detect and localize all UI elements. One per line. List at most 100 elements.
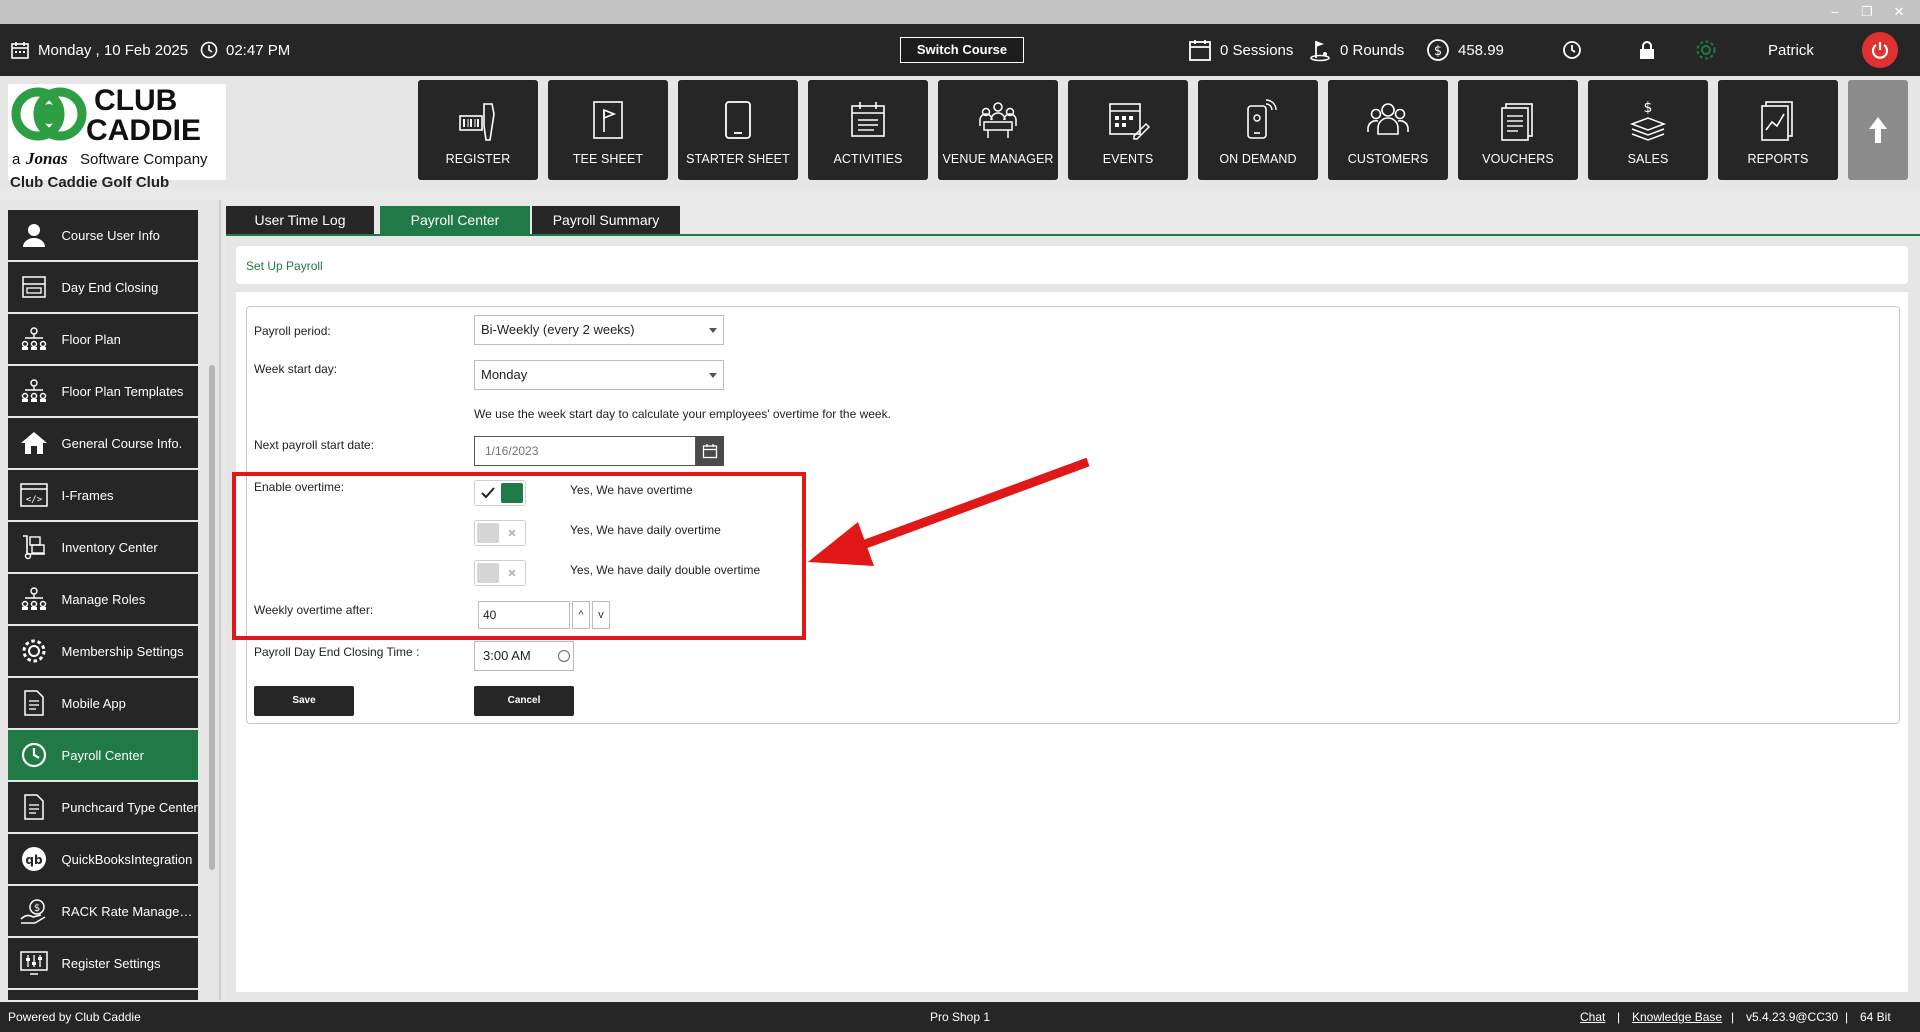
svg-text:$: $ xyxy=(1644,100,1653,116)
knowledge-base-link[interactable]: Knowledge Base xyxy=(1632,1010,1722,1024)
home-icon xyxy=(20,432,47,454)
svg-text:$: $ xyxy=(34,903,40,914)
payroll-period-value: Bi-Weekly (every 2 weeks) xyxy=(481,322,635,337)
on-demand-icon xyxy=(1247,99,1277,139)
sidebar-item-label: General Course Info. xyxy=(61,435,183,451)
quickbooks-icon: qb xyxy=(21,847,46,871)
calendar-icon xyxy=(702,444,718,459)
rate-icon: $ xyxy=(20,899,46,924)
version-text: v5.4.23.9@CC30 xyxy=(1746,1010,1839,1024)
sidebar-scrollbar[interactable] xyxy=(209,365,215,870)
restore-button[interactable]: ❐ xyxy=(1854,2,1880,22)
station-name: Pro Shop 1 xyxy=(930,1010,991,1024)
sidebar-item-rack-rate-management[interactable]: $ RACK Rate Manageme... xyxy=(8,886,198,936)
sidebar-item-label: Floor Plan Templates xyxy=(61,383,184,399)
sidebar-item-day-end-closing[interactable]: Day End Closing xyxy=(8,262,198,312)
footer-separator: | xyxy=(1845,1010,1849,1024)
nav-tee-sheet[interactable]: TEE SHEET xyxy=(548,80,668,180)
nav-on-demand[interactable]: ON DEMAND xyxy=(1198,80,1318,180)
nav-label: ON DEMAND xyxy=(1219,152,1297,166)
sessions-indicator[interactable]: 0 Sessions xyxy=(1188,24,1293,76)
tab-payroll-center[interactable]: Payroll Center xyxy=(380,206,530,234)
nav-activities[interactable]: ACTIVITIES xyxy=(808,80,928,180)
nav-venue-manager[interactable]: VENUE MANAGER xyxy=(938,80,1058,180)
save-button[interactable]: Save xyxy=(254,686,354,716)
nav-label: VOUCHERS xyxy=(1482,152,1554,166)
sidebar-item-label: Register Settings xyxy=(61,955,161,971)
sidebar-item-general-course-info[interactable]: General Course Info. xyxy=(8,418,198,468)
sidebar-item-label: I-Frames xyxy=(61,487,114,503)
nav-reports[interactable]: REPORTS xyxy=(1718,80,1838,180)
sidebar-item-inventory-center[interactable]: Inventory Center xyxy=(8,522,198,572)
sidebar-item-course-user-info[interactable]: Course User Info xyxy=(8,210,198,260)
sidebar-item-label: Inventory Center xyxy=(61,539,158,555)
settings-button[interactable] xyxy=(1694,24,1718,76)
calendar-icon xyxy=(11,42,29,59)
chat-link[interactable]: Chat xyxy=(1580,1010,1605,1024)
user-name[interactable]: Patrick xyxy=(1768,24,1814,76)
register-close-icon xyxy=(22,276,46,298)
window-title-bar: – ❐ ✕ xyxy=(0,0,1920,24)
sidebar-item-label: Course User Info xyxy=(61,227,160,243)
nav-label: STARTER SHEET xyxy=(686,152,790,166)
logo-line1: CLUB xyxy=(94,84,177,117)
nav-vouchers[interactable]: VOUCHERS xyxy=(1458,80,1578,180)
next-start-date-input[interactable] xyxy=(474,436,696,466)
sidebar-item-partial[interactable] xyxy=(8,990,198,1000)
top-status-bar: Monday , 10 Feb 2025 02:47 PM Switch Cou… xyxy=(0,24,1920,76)
nav-label: REPORTS xyxy=(1747,152,1809,166)
sidebar-item-quickbooks-integration[interactable]: qb QuickBooksIntegration xyxy=(8,834,198,884)
logo-graphic: CLUB CADDIE a Jonas Software Company xyxy=(11,84,208,168)
document-icon xyxy=(24,794,44,820)
nav-events[interactable]: EVENTS xyxy=(1068,80,1188,180)
svg-text:$: $ xyxy=(1434,44,1442,59)
sidebar-item-register-settings[interactable]: Register Settings xyxy=(8,938,198,988)
payroll-period-select[interactable]: Bi-Weekly (every 2 weeks) xyxy=(474,315,724,345)
rounds-indicator[interactable]: 0 Rounds xyxy=(1308,24,1404,76)
sidebar-item-manage-roles[interactable]: Manage Roles xyxy=(8,574,198,624)
sidebar-item-mobile-app[interactable]: Mobile App xyxy=(8,678,198,728)
switch-course-button[interactable]: Switch Course xyxy=(900,37,1024,63)
power-icon xyxy=(1871,42,1889,59)
minimize-button[interactable]: – xyxy=(1822,2,1848,22)
nav-register[interactable]: REGISTER xyxy=(418,80,538,180)
week-start-select[interactable]: Monday xyxy=(474,360,724,390)
balance-indicator[interactable]: $ 458.99 xyxy=(1426,24,1504,76)
breadcrumb: Set Up Payroll xyxy=(246,259,323,273)
nav-customers[interactable]: CUSTOMERS xyxy=(1328,80,1448,180)
sidebar-item-label: RACK Rate Manageme... xyxy=(61,903,198,919)
scroll-top-button[interactable] xyxy=(1848,80,1908,180)
sidebar-item-i-frames[interactable]: </> I-Frames xyxy=(8,470,198,520)
nav-label: EVENTS xyxy=(1102,152,1154,166)
sidebar-item-membership-settings[interactable]: Membership Settings xyxy=(8,626,198,676)
nav-label: REGISTER xyxy=(445,152,511,166)
powered-by-text: Powered by Club Caddie xyxy=(8,1010,141,1024)
sidebar-item-payroll-center[interactable]: Payroll Center xyxy=(8,730,198,780)
lock-button[interactable] xyxy=(1638,24,1656,76)
tablet-icon xyxy=(725,101,751,139)
logo-tagline-brand: Jonas xyxy=(25,149,68,168)
nav-label: SALES xyxy=(1627,152,1669,166)
club-name: Club Caddie Golf Club xyxy=(10,174,170,191)
close-window-button[interactable]: ✕ xyxy=(1886,2,1912,22)
nav-starter-sheet[interactable]: STARTER SHEET xyxy=(678,80,798,180)
date-picker-button[interactable] xyxy=(696,436,724,466)
gear-icon xyxy=(22,639,46,663)
sidebar-item-label: QuickBooksIntegration xyxy=(61,851,193,867)
sidebar-item-punchcard-type-center[interactable]: Punchcard Type Center xyxy=(8,782,198,832)
tee-sheet-icon xyxy=(593,101,623,139)
history-button[interactable] xyxy=(1562,24,1582,76)
tab-user-time-log[interactable]: User Time Log xyxy=(226,206,374,234)
club-caddie-logo: CLUB CADDIE a Jonas Software Company xyxy=(8,84,226,180)
power-button[interactable] xyxy=(1862,32,1898,68)
tab-payroll-summary[interactable]: Payroll Summary xyxy=(532,206,680,234)
clock-icon xyxy=(1563,41,1581,59)
sidebar-item-floor-plan[interactable]: Floor Plan xyxy=(8,314,198,364)
sidebar-item-floor-plan-templates[interactable]: Floor Plan Templates xyxy=(8,366,198,416)
cancel-button[interactable]: Cancel xyxy=(474,686,574,716)
clock-icon xyxy=(200,41,218,59)
highlight-box xyxy=(232,472,806,640)
clock-icon[interactable] xyxy=(558,650,570,662)
nav-sales[interactable]: $ SALES xyxy=(1588,80,1708,180)
nav-label: TEE SHEET xyxy=(572,152,644,166)
